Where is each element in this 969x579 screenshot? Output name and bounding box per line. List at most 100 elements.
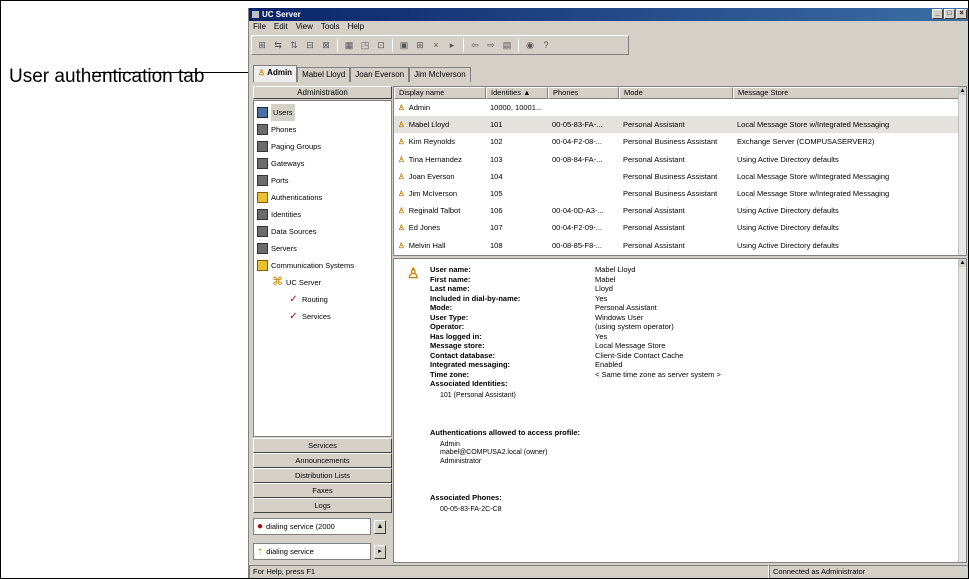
tab-joan-everson[interactable]: Joan Everson xyxy=(350,67,410,82)
help-icon[interactable]: ? xyxy=(539,38,553,52)
key-icon xyxy=(257,192,268,203)
callout-line xyxy=(92,72,255,73)
routing-icon: ✓ xyxy=(289,294,298,305)
column-message-store[interactable]: Message Store xyxy=(733,87,960,99)
tree-item-routing[interactable]: ✓ Routing xyxy=(254,291,391,308)
close-button[interactable]: × xyxy=(956,9,967,19)
identity-icon xyxy=(257,209,268,220)
toolbar-button-6[interactable]: ▦ xyxy=(342,38,356,52)
toolbar-button-10[interactable]: ⊞ xyxy=(413,38,427,52)
back-arrow-icon[interactable]: ⇦ xyxy=(468,38,482,52)
user-icon: ♙ xyxy=(398,206,405,216)
user-icon: ♙ xyxy=(398,188,405,198)
dialing-service-status[interactable]: ● dialing service (2000 xyxy=(253,518,371,535)
mode-value: Personal Assistant xyxy=(595,303,657,312)
column-phones[interactable]: Phones xyxy=(548,87,619,99)
tree-item-communication-systems[interactable]: Communication Systems xyxy=(254,257,391,274)
column-mode[interactable]: Mode xyxy=(619,87,733,99)
tree-item-phones[interactable]: Phones xyxy=(254,121,391,138)
minimize-button[interactable]: _ xyxy=(932,9,943,19)
comm-system-icon xyxy=(257,260,268,271)
table-row[interactable]: ♙ Admin 10000, 10001... xyxy=(394,99,966,116)
toolbar-button-1[interactable]: ⊞ xyxy=(255,38,269,52)
toolbar-button-9[interactable]: ▣ xyxy=(397,38,411,52)
refresh-icon[interactable]: ▤ xyxy=(500,38,514,52)
tree-item-identities[interactable]: Identities xyxy=(254,206,391,223)
administration-header[interactable]: Administration xyxy=(253,86,392,99)
toolbar-button-2[interactable]: ⇆ xyxy=(271,38,285,52)
table-row[interactable]: ♙ Jim McIverson 105 Personal Business Assis… xyxy=(394,185,966,202)
left-pane: Administration Users Phones Paging Group… xyxy=(253,86,392,563)
toolbar: ⊞ ⇆ ⇅ ⊟ ⊠ ▦ ◳ ⊡ ▣ ⊞ × ▸ ⇦ ⇨ ▤ ◉ ? xyxy=(251,35,629,55)
tab-admin[interactable]: ♙ Admin xyxy=(253,65,298,82)
forward-arrow-icon[interactable]: ⇨ xyxy=(484,38,498,52)
port-icon xyxy=(257,175,268,186)
table-row[interactable]: ♙ Reginald Talbot 106 00-04-0D-A3-... Person… xyxy=(394,202,966,219)
table-row[interactable]: ♙ Mabel Lloyd 101 00-05-83-FA-... Personal A… xyxy=(394,116,966,134)
menu-file[interactable]: File xyxy=(253,21,266,33)
faxes-nav-button[interactable]: Faxes xyxy=(253,483,392,498)
authentications-title: Authentications allowed to access profil… xyxy=(430,427,581,437)
nav-buttons: Services Announcements Distribution List… xyxy=(253,438,392,513)
maximize-button[interactable]: □ xyxy=(944,9,955,19)
service-row-1: ● dialing service (2000 ▲ xyxy=(253,516,392,537)
toolbar-button-3[interactable]: ⇅ xyxy=(287,38,301,52)
toolbar-button-7[interactable]: ◳ xyxy=(358,38,372,52)
services-nav-button[interactable]: Services xyxy=(253,438,392,453)
table-row[interactable]: ♙ Melvin Hall 108 00-08-85-F8-... Personal A… xyxy=(394,237,966,254)
detail-scrollbar[interactable]: ▲ xyxy=(958,259,966,562)
callout-label: User authentication tab xyxy=(9,66,205,87)
grid-scrollbar[interactable]: ▲ xyxy=(958,87,966,255)
user-tabs: ♙ Admin Mabel Lloyd Joan Everson Jim McIv… xyxy=(253,65,471,82)
dialing-service-selector[interactable]: ⇡ dialing service xyxy=(253,543,371,560)
user-icon: ♙ xyxy=(398,120,405,130)
menu-tools[interactable]: Tools xyxy=(321,21,340,33)
column-display-name[interactable]: Display name xyxy=(394,87,486,99)
column-identities[interactable]: Identities ▲ xyxy=(486,87,548,99)
table-row[interactable]: ♙ Kim Reynolds 102 00-04-F2-08-... Personal … xyxy=(394,133,966,150)
connect-icon[interactable]: ◉ xyxy=(523,38,537,52)
tree-item-authentications[interactable]: Authentications xyxy=(254,189,391,206)
grid-header: Display name Identities ▲ Phones Mode Me… xyxy=(394,87,966,99)
last-name-value: Lloyd xyxy=(595,284,613,293)
admin-tree: Users Phones Paging Groups Gateways Port… xyxy=(253,100,392,437)
toolbar-separator xyxy=(392,38,393,52)
table-row[interactable]: ♙ Joan Everson 104 Personal Business Assist… xyxy=(394,168,966,185)
tree-item-services[interactable]: ✓ Services xyxy=(254,308,391,325)
tree-item-ports[interactable]: Ports xyxy=(254,172,391,189)
tree-item-servers[interactable]: Servers xyxy=(254,240,391,257)
tree-item-uc-server[interactable]: ⌘ UC Server xyxy=(254,274,391,291)
expand-icon[interactable]: ▸ xyxy=(374,544,386,559)
toolbar-button-4[interactable]: ⊟ xyxy=(303,38,317,52)
scroll-up-icon[interactable]: ▲ xyxy=(959,259,966,267)
tree-item-gateways[interactable]: Gateways xyxy=(254,155,391,172)
paging-icon xyxy=(257,141,268,152)
table-row[interactable]: ♙ Tina Hernandez 103 00-08-84-FA-... Persona… xyxy=(394,151,966,168)
announcements-nav-button[interactable]: Announcements xyxy=(253,453,392,468)
tree-item-data-sources[interactable]: Data Sources xyxy=(254,223,391,240)
toolbar-button-8[interactable]: ⊡ xyxy=(374,38,388,52)
tree-item-users[interactable]: Users xyxy=(254,104,391,121)
first-name-value: Mabel xyxy=(595,274,616,284)
scroll-up-icon[interactable]: ▲ xyxy=(374,519,386,534)
server-icon xyxy=(257,243,268,254)
menu-help[interactable]: Help xyxy=(348,21,364,33)
tree-item-paging-groups[interactable]: Paging Groups xyxy=(254,138,391,155)
user-icon: ♙ xyxy=(398,171,405,181)
tab-mabel-lloyd[interactable]: Mabel Lloyd xyxy=(297,67,351,82)
table-row[interactable]: ♙ Ed Jones 107 00-04-F2-09-... Personal Assi… xyxy=(394,219,966,236)
menu-view[interactable]: View xyxy=(296,21,313,33)
user-icon: ♙ xyxy=(398,154,405,164)
logs-nav-button[interactable]: Logs xyxy=(253,498,392,513)
distribution-lists-nav-button[interactable]: Distribution Lists xyxy=(253,468,392,483)
play-icon[interactable]: ▸ xyxy=(445,38,459,52)
user-icon: ♙ xyxy=(258,68,266,77)
toolbar-separator xyxy=(463,38,464,52)
menu-edit[interactable]: Edit xyxy=(274,21,288,33)
scroll-up-icon[interactable]: ▲ xyxy=(959,87,966,95)
logged-in-value: Yes xyxy=(595,331,608,341)
tab-jim-mciverson[interactable]: Jim McIverson xyxy=(409,67,471,82)
toolbar-button-5[interactable]: ⊠ xyxy=(319,38,333,52)
delete-icon[interactable]: × xyxy=(429,38,443,52)
operator-value: (using system operator) xyxy=(595,322,674,331)
